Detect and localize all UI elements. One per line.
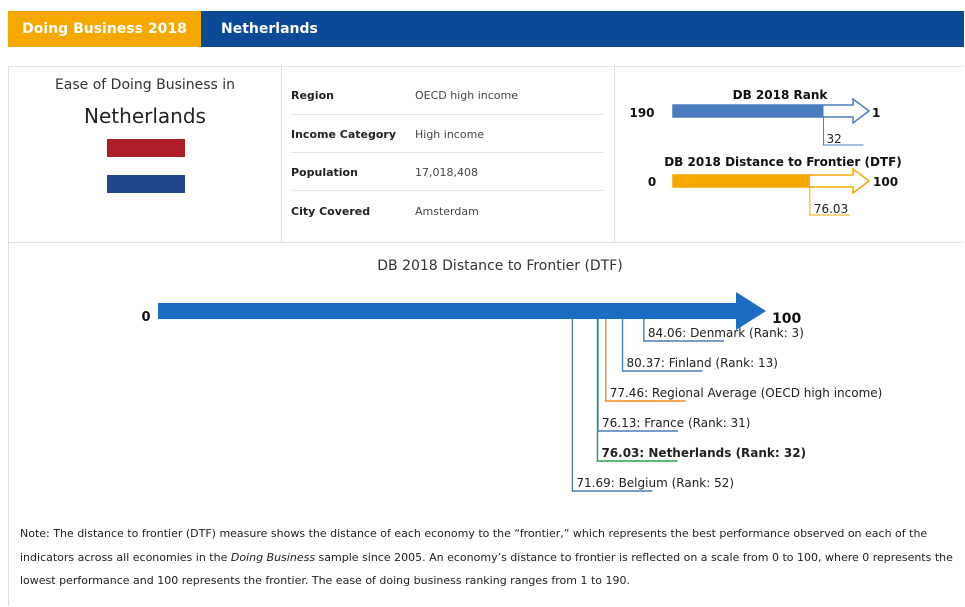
dtf-bar: [673, 175, 810, 187]
dtf-chart: 0 100 84.06: Denmark (Rank: 3) 80.37: Fin…: [141, 292, 883, 492]
info-value: High income: [415, 128, 485, 141]
chart-data-label: 76.03: Netherlands (Rank: 32): [601, 446, 806, 460]
rank-title: DB 2018 Rank: [733, 88, 829, 102]
flag-stripe-top: [107, 139, 185, 157]
info-value: OECD high income: [415, 89, 519, 102]
info-row-region: Region OECD high income: [291, 77, 604, 115]
ease-of-doing-business-label: Ease of Doing Business in: [54, 77, 236, 93]
chart-leader-line: [571, 319, 653, 492]
dtf-end-label: 100: [873, 175, 898, 189]
note-italic: Doing Business: [230, 550, 316, 564]
chart-data-label: 71.69: Belgium (Rank: 52): [576, 476, 734, 490]
chart-data-label: 76.13: France (Rank: 31): [602, 416, 750, 430]
info-key: Region: [291, 89, 334, 102]
info-value: Amsterdam: [415, 205, 479, 218]
netherlands-flag: [107, 139, 185, 193]
panel-left-border: [8, 66, 9, 606]
info-divider: [291, 190, 604, 191]
chart-data-label: 84.06: Denmark (Rank: 3): [648, 326, 804, 340]
info-row-population: Population 17,018,408: [291, 154, 604, 192]
info-row-city-covered: City Covered Amsterdam: [291, 193, 604, 231]
info-key: City Covered: [291, 205, 371, 218]
info-value: 17,018,408: [415, 166, 478, 179]
chart-leaders: 84.06: Denmark (Rank: 3) 80.37: Finland (…: [571, 319, 883, 492]
info-divider: [291, 152, 604, 153]
country-name: Netherlands: [84, 104, 206, 128]
rank-end-label: 1: [872, 106, 880, 120]
dtf-box-title: DB 2018 Distance to Frontier (DTF): [664, 155, 902, 169]
rank-start-label: 190: [629, 106, 654, 120]
chart-axis-start: 0: [141, 310, 150, 325]
dtf-value: 76.03: [814, 202, 848, 216]
column-divider-1: [281, 66, 282, 242]
flag-stripe-bottom: [107, 175, 185, 193]
info-row-income-category: Income Category High income: [291, 116, 604, 154]
chart-data-label: 77.46: Regional Average (OECD high incom…: [610, 386, 883, 400]
dtf-main-arrow: [158, 292, 766, 330]
dtf-note: Note: The distance to frontier (DTF) mea…: [20, 522, 955, 593]
rank-value: 32: [826, 132, 841, 146]
dtf-start-label: 0: [648, 175, 656, 189]
info-divider: [291, 114, 604, 115]
info-key: Population: [291, 166, 358, 179]
tab-netherlands[interactable]: Netherlands: [221, 11, 318, 47]
chart-title: DB 2018 Distance to Frontier (DTF): [377, 258, 623, 274]
rank-dtf-summary: DB 2018 Rank 190 1 32 DB 2018 Distance t…: [629, 88, 902, 216]
rank-bar: [673, 105, 824, 117]
header-bar: Doing Business 2018 Netherlands: [8, 11, 964, 47]
flag-stripe-middle: [107, 157, 185, 175]
tab-doing-business-2018[interactable]: Doing Business 2018: [8, 11, 201, 47]
section-divider: [8, 242, 964, 243]
chart-axis-end: 100: [772, 311, 801, 327]
info-key: Income Category: [291, 128, 396, 141]
chart-data-label: 80.37: Finland (Rank: 13): [627, 356, 778, 370]
